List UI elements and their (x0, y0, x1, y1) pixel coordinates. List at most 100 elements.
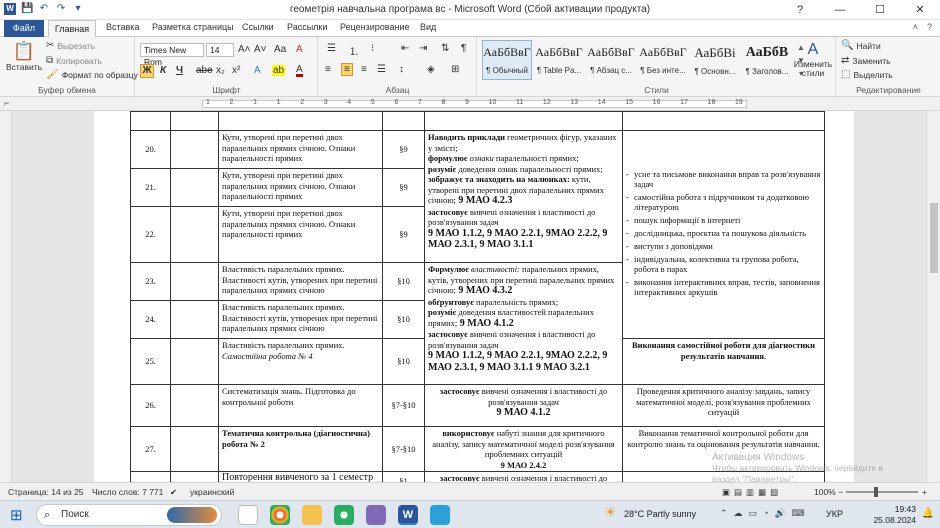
style-heading[interactable]: АаБбВ ¶ Заголов... (742, 40, 792, 80)
word-count[interactable]: Число слов: 7 771 (92, 487, 163, 497)
ribbon-collapse-icon[interactable]: ˄ (913, 22, 918, 32)
tray-icons[interactable]: ⌃☁▭◔🔊⌨ (720, 508, 811, 519)
font-color-button[interactable]: A (296, 65, 303, 77)
clock[interactable]: 19:43 25.08.2024 (873, 504, 916, 526)
format-painter-button[interactable]: 🖌 Формат по образцу (46, 70, 138, 81)
topic-cell: Кути, утворені при перетині двох паралел… (218, 130, 383, 169)
grow-font-icon[interactable]: A˄ (238, 44, 251, 55)
multilevel-list-icon[interactable]: ⁝ (371, 43, 374, 54)
zoom-slider-knob[interactable] (874, 487, 878, 497)
minimize-button[interactable]: — (820, 0, 860, 20)
replace-button[interactable]: ⇄ Заменить (841, 56, 891, 67)
zoom-level[interactable]: 100% (814, 487, 836, 497)
language-indicator[interactable]: украинский (190, 487, 234, 497)
tab-home[interactable]: Главная (48, 20, 96, 38)
telegram-icon[interactable] (430, 505, 450, 525)
paragraph-group-label: Абзац (385, 85, 410, 95)
line-spacing-icon[interactable]: ↕ (399, 64, 404, 75)
align-right-icon[interactable]: ≡ (361, 64, 367, 75)
align-left-icon[interactable]: ≡ (325, 64, 331, 75)
shrink-font-icon[interactable]: A˅ (254, 44, 267, 55)
tab-file[interactable]: Файл (4, 20, 44, 37)
spellcheck-icon[interactable]: ✔ (170, 487, 177, 498)
show-formatting-button[interactable]: ¶ (461, 43, 466, 54)
bold-button[interactable]: Ж (140, 64, 154, 78)
tab-references[interactable]: Ссылки (242, 22, 274, 32)
row-number: 20. (130, 130, 171, 169)
font-size-combo[interactable]: 14 (206, 43, 234, 57)
clipboard-group-label: Буфер обмена (38, 85, 96, 95)
close-button[interactable]: ✕ (900, 0, 940, 20)
task-view-icon[interactable] (238, 505, 258, 525)
help-icon[interactable]: ? (927, 22, 932, 32)
paste-button[interactable]: 📋 Вставить (6, 41, 42, 72)
row-number: 25. (130, 338, 171, 385)
zoom-slider[interactable] (846, 487, 918, 497)
input-language[interactable]: УКР (826, 509, 843, 519)
strikethrough-button[interactable]: abe (196, 65, 213, 76)
style-no-spacing[interactable]: АаБбВвГ ¶ Без инте... (638, 40, 688, 80)
subscript-button[interactable]: x₂ (216, 65, 225, 76)
align-center-icon[interactable]: ≡ (341, 63, 353, 76)
file-explorer-icon[interactable] (302, 505, 322, 525)
numbering-icon[interactable]: ⒈ (349, 43, 359, 58)
text-effects-icon[interactable]: A (254, 65, 261, 76)
chrome-icon[interactable] (270, 505, 290, 525)
scrollbar-thumb[interactable] (930, 203, 938, 273)
bullets-icon[interactable]: ☰ (327, 43, 336, 54)
tab-review[interactable]: Рецензирование (340, 22, 410, 32)
cut-button[interactable]: ✂ Вырезать (46, 41, 95, 52)
page-counter[interactable]: Страница: 14 из 25 (8, 487, 84, 497)
vertical-ruler[interactable] (0, 111, 12, 482)
taskbar-search[interactable]: ⌕ Поиск (36, 504, 222, 526)
decrease-indent-icon[interactable]: ⇤ (401, 43, 409, 54)
content-block-1: Наводить приклади геометричних фігур, ук… (424, 130, 623, 263)
view-buttons[interactable]: ▣▤▥▦▧ (722, 487, 782, 498)
style-list-paragraph[interactable]: АаБбВвГ ¶ Абзац с... (586, 40, 636, 80)
chrome-profile-icon[interactable] (334, 505, 354, 525)
horizontal-ruler[interactable]: ⌐ 1 2 1 1 2 3 4 5 6 7 8 9 10 11 12 13 14 15 16 17 18 19 (0, 97, 940, 111)
paragraph-ref: §9 (382, 206, 425, 263)
tab-insert[interactable]: Вставка (106, 22, 139, 32)
help-button[interactable]: ? (780, 0, 820, 20)
style-main-text[interactable]: АаБбВі ¶ Основн... (690, 40, 740, 80)
copy-button[interactable]: ⧉ Копировать (46, 56, 102, 67)
weather-text[interactable]: 28°C Partly sunny (624, 509, 696, 519)
increase-indent-icon[interactable]: ⇥ (419, 43, 427, 54)
zoom-in-icon[interactable]: + (922, 487, 927, 497)
style-normal[interactable]: АаБбВвГ ¶ Обычный (482, 40, 532, 80)
table-row: 26. Систематизація знань. Підготовка до … (130, 384, 825, 427)
sort-icon[interactable]: ⇅ (441, 43, 449, 54)
superscript-button[interactable]: x² (232, 65, 240, 76)
underline-button[interactable]: Ч (176, 65, 183, 76)
change-styles-button[interactable]: A Изменить стили (792, 41, 834, 78)
vertical-scrollbar[interactable] (926, 111, 940, 482)
tab-mailings[interactable]: Рассылки (287, 22, 327, 32)
find-button[interactable]: 🔍 Найти (841, 41, 881, 52)
maximize-button[interactable]: ☐ (860, 0, 900, 20)
style-table-paragraph[interactable]: АаБбВвГ ¶ Table Pa... (534, 40, 584, 80)
tab-selector-icon[interactable]: ⌐ (4, 98, 9, 108)
italic-button[interactable]: К (160, 65, 166, 76)
paragraph-ref: §7-§10 (382, 426, 425, 472)
notifications-icon[interactable]: 🔔 (922, 508, 934, 519)
zoom-out-icon[interactable]: − (838, 487, 843, 497)
shading-icon[interactable]: ◈ (427, 64, 435, 75)
font-name-combo[interactable]: Times New Rom (140, 43, 204, 67)
word-taskbar-icon[interactable]: W (398, 505, 418, 525)
paragraph-ref: §1 (382, 471, 425, 482)
topic-cell: Кути, утворені при перетині двох паралел… (218, 206, 383, 263)
select-button[interactable]: ⬚ Выделить (841, 70, 893, 81)
highlight-button[interactable]: ab (272, 65, 286, 76)
app-icon[interactable] (366, 505, 386, 525)
tab-view[interactable]: Вид (420, 22, 436, 32)
document-page[interactable]: 20. Кути, утворені при перетині двох пар… (94, 111, 854, 482)
tab-page-layout[interactable]: Разметка страницы (152, 22, 234, 32)
change-case-icon[interactable]: Aa (274, 44, 286, 55)
borders-icon[interactable]: ⊞ (451, 64, 459, 75)
windows-start-icon[interactable]: ⊞ (10, 506, 23, 524)
result-cell: Проведення критичного аналізу завдань, з… (622, 384, 825, 427)
clear-format-icon[interactable]: A (296, 44, 303, 55)
justify-icon[interactable]: ☰ (377, 64, 386, 75)
ruler-marks: 1 2 1 1 2 3 4 5 6 7 8 9 10 11 12 13 14 15 16 17 18 19 (206, 99, 743, 106)
